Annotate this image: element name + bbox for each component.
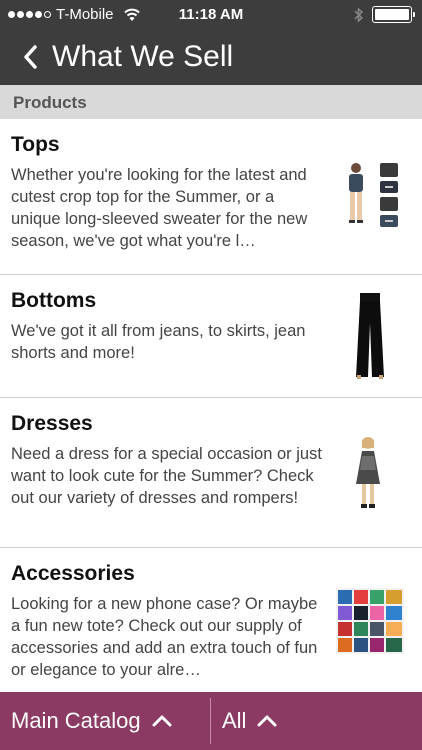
bottoms-thumbnail [356,293,384,379]
row-title: Tops [11,133,60,156]
chevron-up-icon [257,715,277,727]
all-filter-label: All [222,708,247,733]
row-text: Accessories Looking for a new phone case… [11,561,326,681]
page-title: What We Sell [52,40,234,73]
bottom-bar: Main Catalog All [0,692,422,750]
row-description: Looking for a new phone case? Or maybe a… [11,595,318,679]
list-item-tops[interactable]: Tops Whether you're looking for the late… [0,119,422,275]
battery-icon [372,6,415,23]
product-list: Tops Whether you're looking for the late… [0,119,422,691]
row-text: Bottoms We've got it all from jeans, to … [11,288,326,364]
nav-bar: What We Sell [0,30,422,85]
divider [210,698,211,744]
main-catalog-button[interactable]: Main Catalog [11,692,173,750]
row-title: Accessories [11,562,135,585]
list-item-accessories[interactable]: Accessories Looking for a new phone case… [0,548,422,691]
dresses-thumbnail [356,437,380,508]
bluetooth-icon [354,6,364,23]
chevron-up-icon [152,715,172,727]
row-description: Need a dress for a special occasion or j… [11,445,322,507]
row-description: Whether you're looking for the latest an… [11,166,308,250]
status-bar: T-Mobile 11:18 AM [0,0,422,30]
row-description: We've got it all from jeans, to skirts, … [11,322,306,362]
row-text: Tops Whether you're looking for the late… [11,132,326,252]
tops-thumbnail [349,163,398,227]
list-item-dresses[interactable]: Dresses Need a dress for a special occas… [0,398,422,548]
list-item-bottoms[interactable]: Bottoms We've got it all from jeans, to … [0,275,422,398]
all-filter-button[interactable]: All [222,692,278,750]
back-chevron-icon[interactable] [20,42,44,72]
main-catalog-label: Main Catalog [11,708,141,733]
section-header: Products [0,85,422,119]
row-title: Bottoms [11,289,97,312]
row-text: Dresses Need a dress for a special occas… [11,411,326,509]
accessories-thumbnail [336,588,404,654]
status-right [354,6,415,23]
row-title: Dresses [11,412,93,435]
